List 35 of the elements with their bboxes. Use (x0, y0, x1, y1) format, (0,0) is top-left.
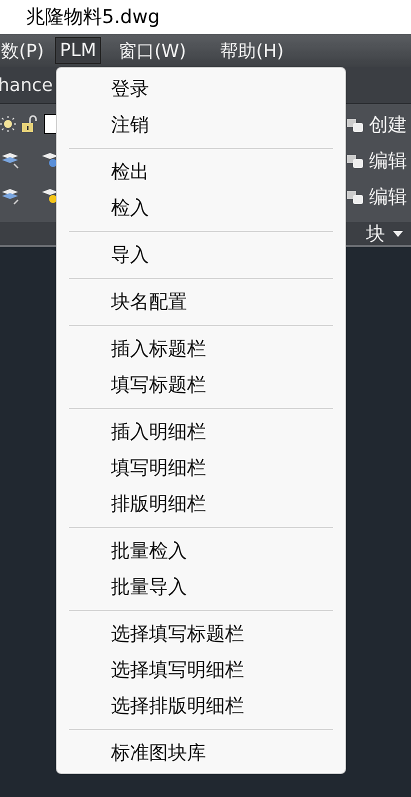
menu-bar-item[interactable]: 帮助(H) (215, 36, 289, 66)
block-icon[interactable] (347, 153, 365, 169)
menu-item[interactable]: 注销 (57, 107, 345, 143)
menu-item[interactable]: 填写明细栏 (57, 450, 345, 486)
menu-item[interactable]: 选择填写明细栏 (57, 652, 345, 688)
block-icon[interactable] (347, 189, 365, 205)
ribbon-tab[interactable]: hance (0, 74, 53, 96)
menu-item[interactable]: 批量导入 (57, 569, 345, 605)
menu-item[interactable]: 选择填写标题栏 (57, 616, 345, 652)
menu-item[interactable]: 导入 (57, 237, 345, 273)
menu-item[interactable]: 填写标题栏 (57, 367, 345, 403)
sun-icon[interactable] (0, 116, 16, 132)
tool-label[interactable]: 编辑 (369, 148, 407, 174)
menu-item[interactable]: 检入 (57, 190, 345, 226)
menu-item[interactable]: 插入明细栏 (57, 414, 345, 450)
menu-item[interactable]: 登录 (57, 71, 345, 107)
block-icon[interactable] (347, 117, 365, 133)
window-title: 兆隆物料5.dwg (26, 5, 160, 30)
tool-label[interactable]: 编辑 (369, 184, 407, 210)
menu-bar-item[interactable]: PLM (54, 37, 102, 64)
menu-item[interactable]: 批量检入 (57, 533, 345, 569)
caret-icon[interactable] (393, 230, 403, 236)
menu-bar-item[interactable]: 窗口(W) (113, 36, 192, 66)
layers-icon[interactable] (0, 151, 20, 169)
menu-bar-item[interactable]: 数(P) (0, 36, 49, 66)
menu-item[interactable]: 选择排版明细栏 (57, 688, 345, 724)
lock-icon[interactable] (22, 115, 38, 133)
menu-item[interactable]: 标准图块库 (57, 735, 345, 771)
menu-item[interactable]: 检出 (57, 154, 345, 190)
menu-item[interactable]: 排版明细栏 (57, 486, 345, 522)
menu-item[interactable]: 块名配置 (57, 284, 345, 320)
panel-title[interactable]: 块 (366, 220, 385, 246)
tool-label[interactable]: 创建 (369, 112, 407, 138)
menu-item[interactable]: 插入标题栏 (57, 331, 345, 367)
layers-icon[interactable] (0, 187, 20, 205)
